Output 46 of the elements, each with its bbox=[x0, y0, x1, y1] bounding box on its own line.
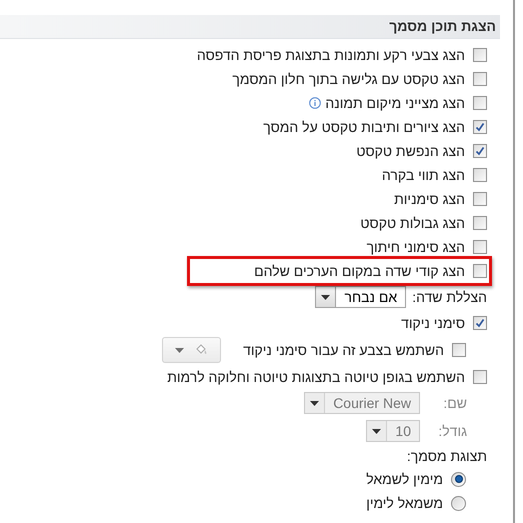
checkbox[interactable] bbox=[473, 370, 487, 384]
field-label: שם: bbox=[442, 394, 467, 412]
dropdown-value: אם נבחר bbox=[343, 288, 398, 306]
caret-icon bbox=[175, 348, 184, 352]
field-label: גודל: bbox=[437, 422, 467, 440]
section-header: הצגת תוכן מסמך bbox=[0, 15, 500, 39]
option-label: הצג טקסט עם גלישה בתוך חלון המסמך bbox=[232, 70, 465, 89]
field-label: הצללת שדה: bbox=[412, 288, 487, 306]
checkbox[interactable] bbox=[473, 168, 487, 182]
option-label: הצג קודי שדה במקום הערכים שלהם bbox=[254, 262, 465, 281]
radio-button[interactable] bbox=[451, 496, 466, 510]
option-label: הצג תווי בקרה bbox=[382, 166, 465, 185]
checkbox[interactable] bbox=[473, 192, 487, 206]
group-label: תצוגת מסמך: bbox=[406, 446, 487, 466]
checkbox[interactable] bbox=[473, 264, 487, 278]
checkbox[interactable] bbox=[473, 240, 487, 254]
checkbox[interactable] bbox=[473, 120, 487, 134]
option-label: מימין לשמאל bbox=[366, 470, 443, 489]
checkmark-icon bbox=[475, 318, 485, 328]
option-label: הצג צבעי רקע ותמונות בתצוגת פריסת הדפסה bbox=[196, 46, 465, 65]
checkbox[interactable] bbox=[473, 72, 487, 86]
option-label: הצג סימניות bbox=[394, 190, 465, 208]
option-label: הצג גבולות טקסט bbox=[360, 214, 465, 233]
dropdown-value: Courier New bbox=[332, 394, 412, 412]
checkbox[interactable] bbox=[473, 144, 487, 158]
option-label: הצג מצייני מיקום תמונה bbox=[325, 94, 465, 113]
dropdown-value: 10 bbox=[394, 422, 412, 440]
checkbox[interactable] bbox=[473, 96, 487, 110]
option-label: סימני ניקוד bbox=[401, 314, 465, 333]
caret-icon bbox=[321, 294, 330, 300]
checkbox[interactable] bbox=[473, 48, 487, 62]
option-label: השתמש בגופן טיוטה בתצוגות טיוטה וחלוקה לרמות bbox=[167, 368, 465, 387]
caret-icon bbox=[310, 400, 320, 406]
radio-button[interactable] bbox=[451, 472, 466, 486]
checkmark-icon bbox=[475, 146, 485, 156]
option-label: הצג הנפשת טקסט bbox=[356, 142, 465, 161]
option-label: השתמש בצבע זה עבור סימני ניקוד bbox=[243, 340, 444, 360]
checkbox[interactable] bbox=[473, 316, 487, 330]
option-label: משמאל לימין bbox=[366, 494, 443, 513]
option-label: הצג סימוני חיתוך bbox=[366, 238, 465, 257]
checkmark-icon bbox=[475, 122, 485, 132]
option-label: הצג ציורים ותיבות טקסט על המסך bbox=[263, 118, 465, 137]
paint-bucket-icon bbox=[194, 343, 208, 357]
dropdown[interactable]: אם נבחר bbox=[315, 286, 406, 308]
caret-icon bbox=[372, 428, 382, 434]
checkbox[interactable] bbox=[473, 216, 487, 230]
